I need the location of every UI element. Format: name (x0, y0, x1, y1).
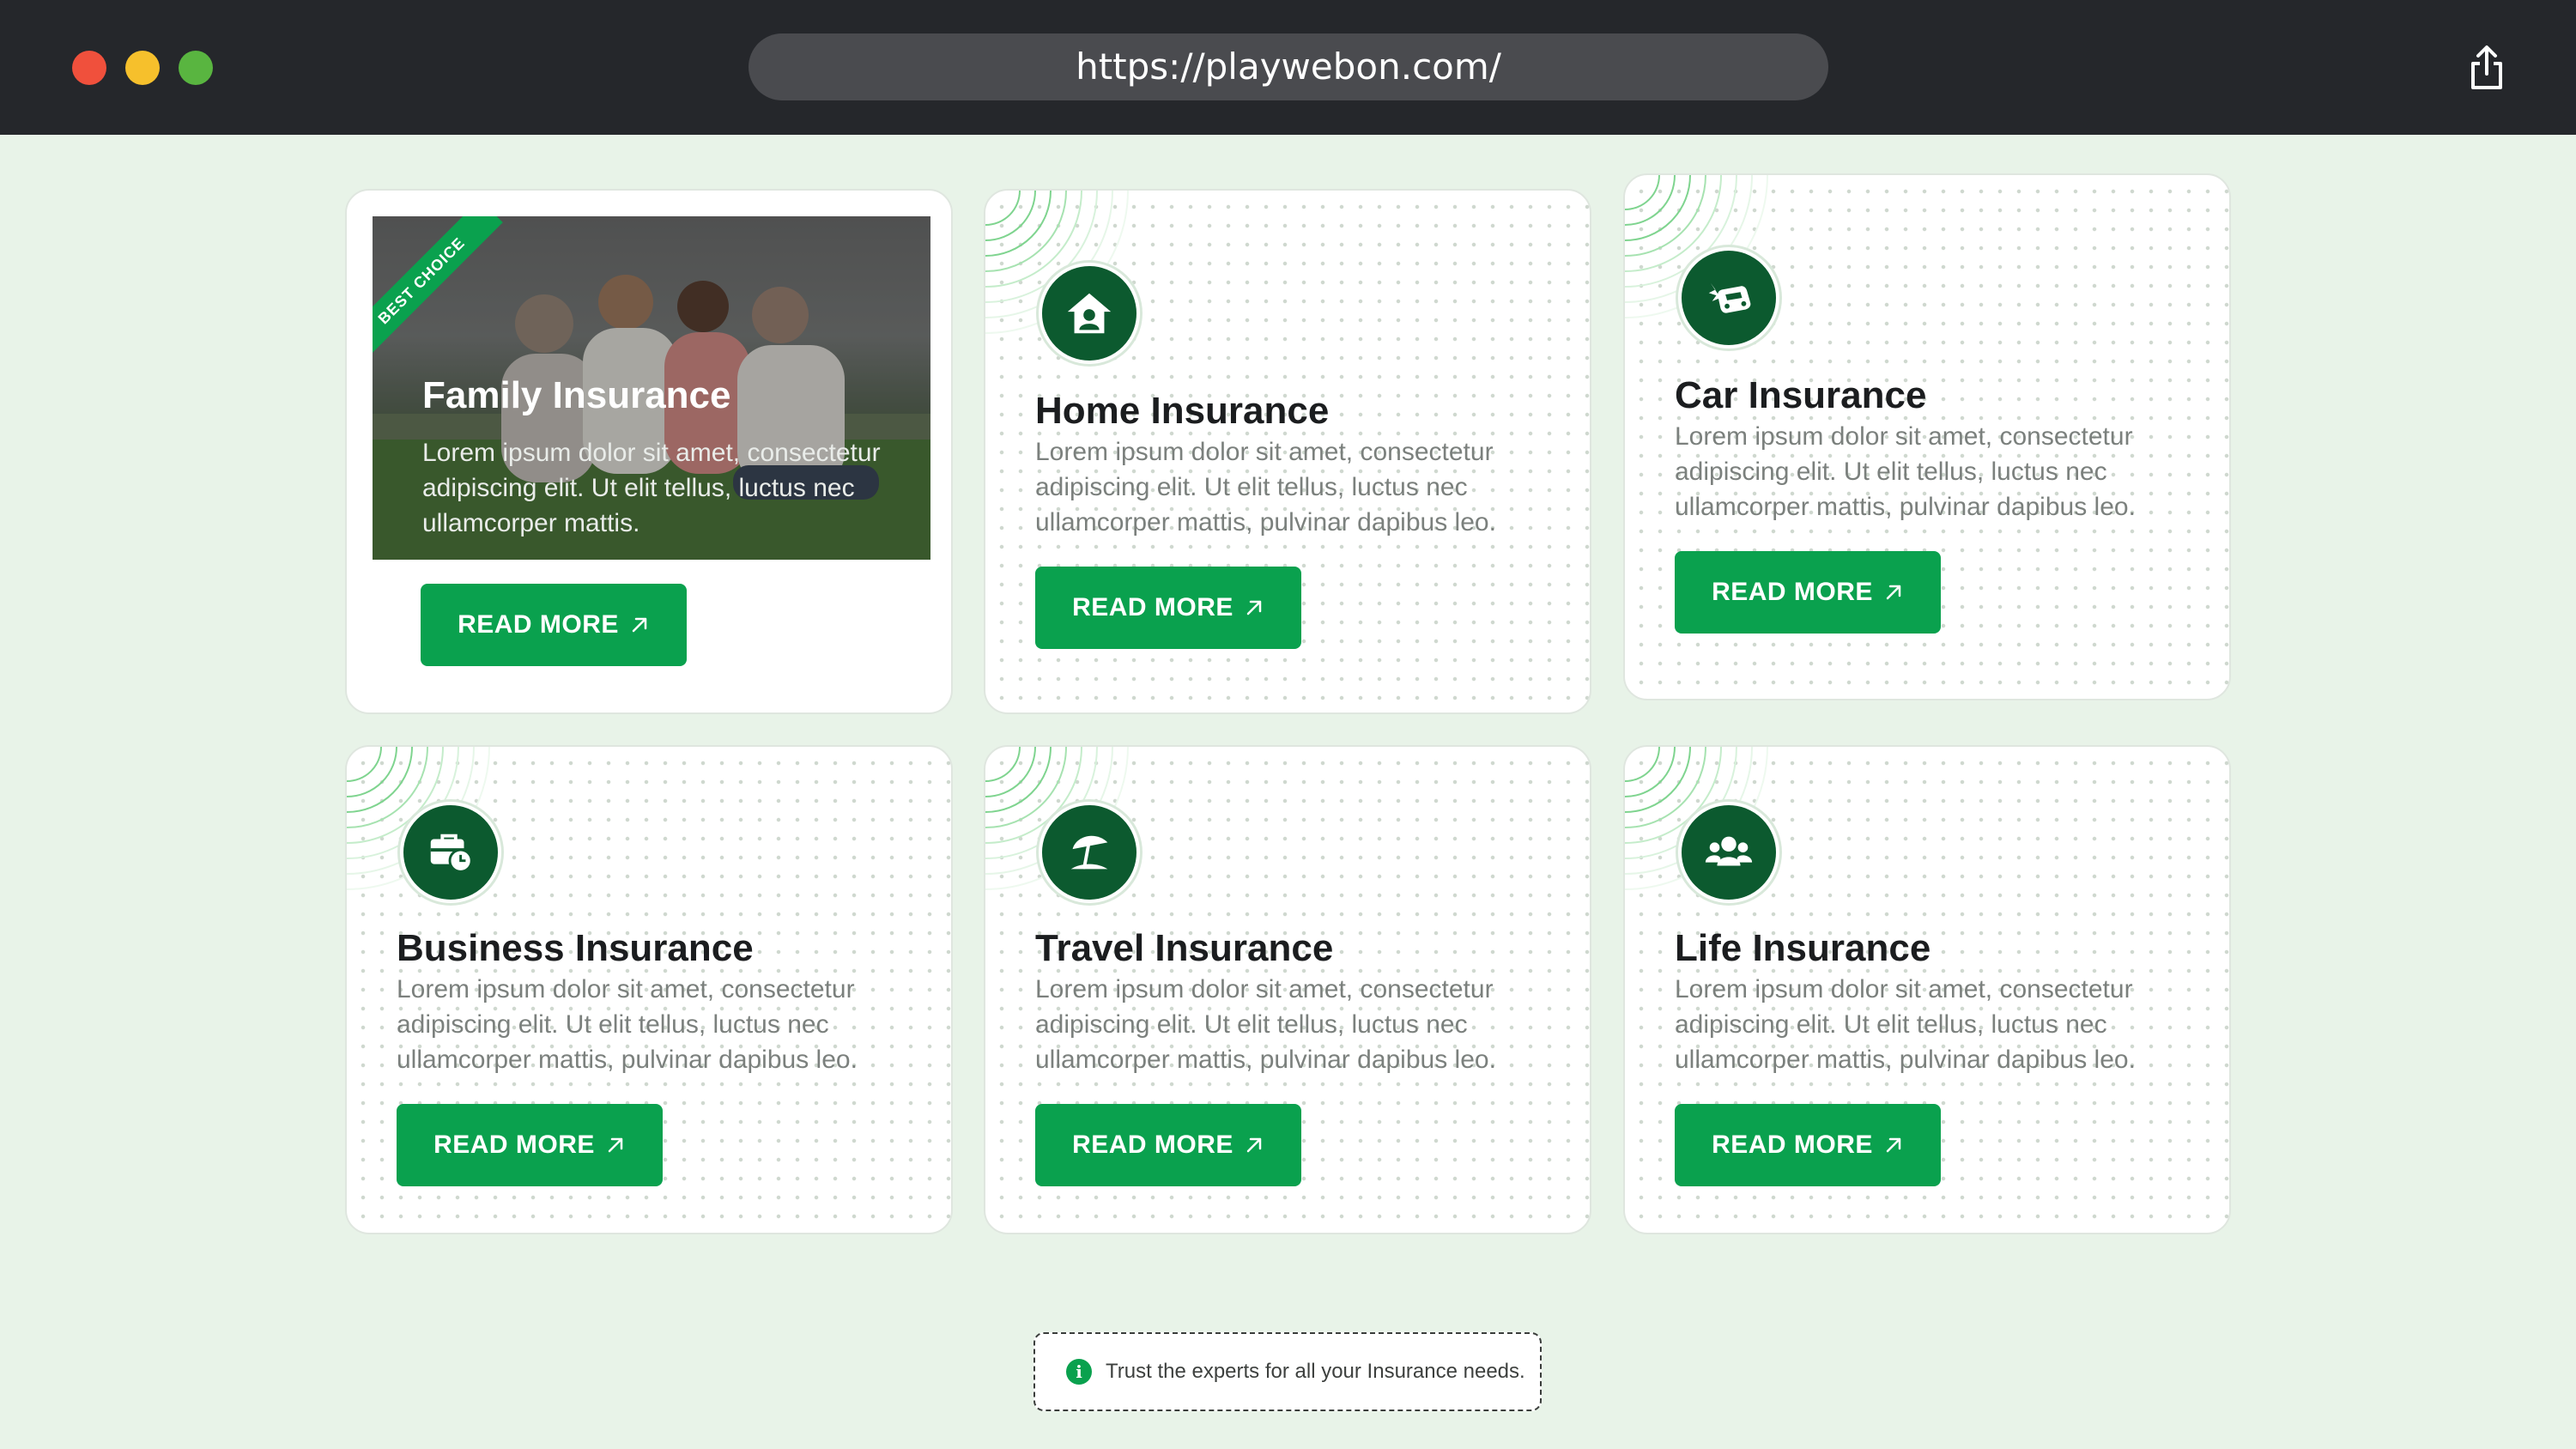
briefcase-clock-icon (400, 802, 501, 903)
button-label: READ MORE (433, 1131, 595, 1159)
card-description: Lorem ipsum dolor sit amet, consectetur … (1035, 438, 1496, 537)
arrow-up-right-icon (608, 1137, 623, 1153)
read-more-button[interactable]: READ MORE (1035, 567, 1301, 649)
beach-umbrella-icon (1039, 802, 1140, 903)
arrow-up-right-icon (1886, 1137, 1901, 1153)
browser-chrome: https://playwebon.com/ (0, 0, 2576, 135)
family-insurance-card: BEST CHOICE Family Insurance Lorem ipsum… (345, 189, 953, 714)
trust-note: i Trust the experts for all your Insuran… (1033, 1332, 1542, 1411)
arrow-up-right-icon (632, 617, 647, 633)
arrow-up-right-icon (1886, 585, 1901, 600)
window-minimize-button[interactable] (125, 51, 160, 85)
card-description: Lorem ipsum dolor sit amet, consectetur … (1675, 975, 2136, 1074)
button-label: READ MORE (1072, 593, 1233, 621)
card-description: Lorem ipsum dolor sit amet, consectetur … (1035, 975, 1496, 1074)
read-more-button[interactable]: READ MORE (421, 584, 687, 666)
trust-note-text: Trust the experts for all your Insurance… (1106, 1360, 1525, 1383)
life-insurance-card: Life Insurance Lorem ipsum dolor sit ame… (1623, 745, 2231, 1234)
card-title: Family Insurance (422, 374, 731, 416)
car-crash-icon (1678, 247, 1779, 349)
travel-insurance-card: Travel Insurance Lorem ipsum dolor sit a… (984, 745, 1591, 1234)
button-label: READ MORE (1712, 578, 1873, 606)
home-insurance-card: Home Insurance Lorem ipsum dolor sit ame… (984, 189, 1591, 714)
address-bar[interactable]: https://playwebon.com/ (749, 33, 1828, 100)
card-title: Business Insurance (397, 927, 754, 969)
card-title: Life Insurance (1675, 927, 1931, 969)
car-insurance-card: Car Insurance Lorem ipsum dolor sit amet… (1623, 173, 2231, 700)
share-icon[interactable] (2466, 45, 2507, 91)
users-group-icon (1678, 802, 1779, 903)
card-description: Lorem ipsum dolor sit amet, consectetur … (397, 975, 858, 1074)
card-title: Travel Insurance (1035, 927, 1334, 969)
read-more-button[interactable]: READ MORE (397, 1104, 663, 1186)
info-icon: i (1066, 1359, 1092, 1385)
business-insurance-card: Business Insurance Lorem ipsum dolor sit… (345, 745, 953, 1234)
card-title: Car Insurance (1675, 374, 1927, 416)
card-title: Home Insurance (1035, 390, 1330, 432)
button-label: READ MORE (1712, 1131, 1873, 1159)
read-more-button[interactable]: READ MORE (1675, 1104, 1941, 1186)
button-label: READ MORE (458, 610, 619, 639)
card-description: Lorem ipsum dolor sit amet, consectetur … (1675, 422, 2136, 521)
read-more-button[interactable]: READ MORE (1035, 1104, 1301, 1186)
window-close-button[interactable] (72, 51, 106, 85)
card-description: Lorem ipsum dolor sit amet, consectetur … (422, 439, 881, 537)
family-photo: BEST CHOICE Family Insurance Lorem ipsum… (373, 216, 930, 560)
button-label: READ MORE (1072, 1131, 1233, 1159)
read-more-button[interactable]: READ MORE (1675, 551, 1941, 634)
window-maximize-button[interactable] (179, 51, 213, 85)
arrow-up-right-icon (1246, 600, 1262, 615)
house-icon (1039, 263, 1140, 364)
arrow-up-right-icon (1246, 1137, 1262, 1153)
